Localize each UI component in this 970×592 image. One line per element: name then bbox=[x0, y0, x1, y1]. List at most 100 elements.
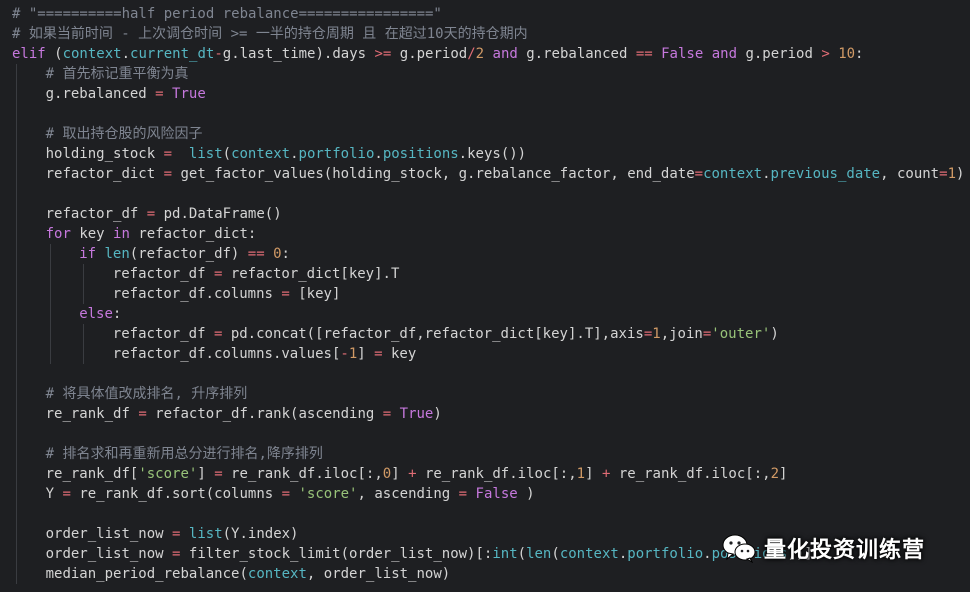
code-token-plain: re_rank_df.iloc[:, bbox=[610, 466, 771, 482]
code-token-op: > bbox=[821, 46, 830, 62]
code-line[interactable]: refactor_df = pd.concat([refactor_df,ref… bbox=[0, 324, 970, 344]
code-line[interactable]: # 将具体值改成排名, 升序排列 bbox=[0, 384, 970, 404]
code-line[interactable]: holding_stock = list(context.portfolio.p… bbox=[0, 144, 970, 164]
code-token-num: 2 bbox=[770, 466, 779, 482]
code-line[interactable] bbox=[0, 364, 970, 384]
indent-guide bbox=[16, 264, 17, 284]
code-area[interactable]: # "==========half period rebalance======… bbox=[0, 4, 970, 584]
code-line[interactable]: refactor_dict = get_factor_values(holdin… bbox=[0, 164, 970, 184]
code-token-op: = bbox=[138, 406, 147, 422]
code-token-plain: ) bbox=[517, 486, 535, 502]
code-token-attr: previous_date bbox=[770, 166, 881, 182]
code-token-op: >= bbox=[374, 46, 392, 62]
code-line[interactable]: order_list_now = list(Y.index) bbox=[0, 524, 970, 544]
code-line[interactable]: g.rebalanced = True bbox=[0, 84, 970, 104]
code-token-plain: ] bbox=[197, 466, 215, 482]
code-line[interactable]: # "==========half period rebalance======… bbox=[0, 4, 970, 24]
code-token-plain: ) bbox=[956, 166, 965, 182]
code-token-plain: ) bbox=[433, 406, 442, 422]
code-line[interactable]: # 排名求和再重新用总分进行排名,降序排列 bbox=[0, 444, 970, 464]
code-line[interactable]: else: bbox=[0, 304, 970, 324]
code-line[interactable]: Y = re_rank_df.sort(columns = 'score', a… bbox=[0, 484, 970, 504]
code-token-plain: ))] bbox=[787, 546, 813, 562]
code-token-num: 10 bbox=[838, 46, 856, 62]
code-token-kw: if bbox=[79, 246, 97, 262]
code-line[interactable]: elif (context.current_dt-g.last_time).da… bbox=[0, 44, 970, 64]
code-token-plain: ] bbox=[357, 346, 375, 362]
indent-guide bbox=[16, 504, 17, 524]
code-token-plain: : bbox=[855, 46, 864, 62]
code-token-plain: refactor_df.rank(ascending bbox=[146, 406, 383, 422]
indent-guide bbox=[49, 304, 51, 324]
code-token-plain: re_rank_df.sort(columns bbox=[70, 486, 282, 502]
code-line[interactable] bbox=[0, 184, 970, 204]
code-line[interactable]: refactor_df = refactor_dict[key].T bbox=[0, 264, 970, 284]
code-token-plain: holding_stock bbox=[45, 146, 164, 162]
code-token-op: = bbox=[458, 486, 468, 502]
code-token-op: / bbox=[467, 46, 476, 62]
code-token-op: = bbox=[214, 466, 223, 482]
code-token-plain: , order_list_now) bbox=[306, 566, 451, 582]
code-line[interactable]: re_rank_df['score'] = re_rank_df.iloc[:,… bbox=[0, 464, 970, 484]
code-token-comment: # 如果当前时间 - 上次调仓时间 >= 一半的持仓周期 且 在超过10天的持仓… bbox=[12, 26, 528, 42]
indent-guide bbox=[16, 84, 17, 104]
code-token-plain: get_factor_values(holding_stock, g.rebal… bbox=[172, 166, 695, 182]
code-token-plain: . bbox=[121, 46, 131, 62]
code-token-plain: refactor_df bbox=[112, 266, 214, 282]
code-line[interactable] bbox=[0, 504, 970, 524]
code-token-kw: in bbox=[113, 226, 130, 242]
code-line[interactable]: refactor_df.columns = [key] bbox=[0, 284, 970, 304]
code-token-plain: (Y.index) bbox=[222, 526, 299, 542]
code-token-plain: ) bbox=[770, 326, 779, 342]
code-token-attr: context bbox=[703, 166, 763, 182]
code-line[interactable]: # 如果当前时间 - 上次调仓时间 >= 一半的持仓周期 且 在超过10天的持仓… bbox=[0, 24, 970, 44]
code-token-builtin: int bbox=[492, 546, 518, 562]
indent-guide bbox=[16, 64, 17, 84]
code-token-plain: . bbox=[290, 146, 299, 162]
code-line[interactable]: median_period_rebalance(context, order_l… bbox=[0, 564, 970, 584]
code-token-op: - bbox=[214, 46, 223, 62]
code-line[interactable]: refactor_df.columns.values[-1] = key bbox=[0, 344, 970, 364]
code-token-str: 'outer' bbox=[711, 326, 771, 342]
code-token-plain: ,join bbox=[660, 326, 703, 342]
code-token-plain: refactor_dict[key].T bbox=[222, 266, 400, 282]
code-token-plain: refactor_dict: bbox=[129, 226, 257, 242]
code-token-plain: key bbox=[382, 346, 417, 362]
code-line[interactable]: # 取出持仓股的风险因子 bbox=[0, 124, 970, 144]
code-token-kw: elif bbox=[12, 46, 46, 62]
code-line[interactable]: order_list_now = filter_stock_limit(orde… bbox=[0, 544, 970, 564]
code-token-plain: ( bbox=[517, 546, 527, 562]
code-token-plain: refactor_dict bbox=[45, 166, 164, 182]
code-token-plain: pd.concat([refactor_df,refactor_dict[key… bbox=[222, 326, 644, 342]
code-token-plain: (refactor_df) bbox=[129, 246, 248, 262]
code-token-comment: # 取出持仓股的风险因子 bbox=[45, 126, 203, 142]
code-line[interactable]: re_rank_df = refactor_df.rank(ascending … bbox=[0, 404, 970, 424]
code-editor[interactable]: # "==========half period rebalance======… bbox=[0, 0, 970, 592]
code-token-op: + bbox=[408, 466, 417, 482]
code-token-plain: . bbox=[703, 546, 712, 562]
code-line[interactable]: if len(refactor_df) == 0: bbox=[0, 244, 970, 264]
code-token-op: = bbox=[939, 166, 948, 182]
code-line[interactable] bbox=[0, 424, 970, 444]
indent-guide bbox=[16, 444, 17, 464]
indent-guide bbox=[16, 344, 17, 364]
code-token-comment: # 排名求和再重新用总分进行排名,降序排列 bbox=[45, 446, 323, 462]
code-token-const: False bbox=[475, 486, 518, 502]
code-token-attr: current_dt bbox=[130, 46, 215, 62]
indent-guide bbox=[16, 164, 17, 184]
code-line[interactable] bbox=[0, 104, 970, 124]
code-line[interactable]: # 首先标记重平衡为真 bbox=[0, 64, 970, 84]
code-token-plain: ( bbox=[222, 146, 232, 162]
code-token-kw: and bbox=[492, 46, 518, 62]
code-line[interactable]: refactor_df = pd.DataFrame() bbox=[0, 204, 970, 224]
code-line[interactable]: for key in refactor_dict: bbox=[0, 224, 970, 244]
indent-guide bbox=[16, 124, 17, 144]
code-token-comment: # 首先标记重平衡为真 bbox=[45, 66, 189, 82]
code-token-plain: filter_stock_limit(order_list_now)[: bbox=[180, 546, 493, 562]
code-token-num: 1 bbox=[652, 326, 661, 342]
code-token-plain: : bbox=[112, 306, 122, 322]
